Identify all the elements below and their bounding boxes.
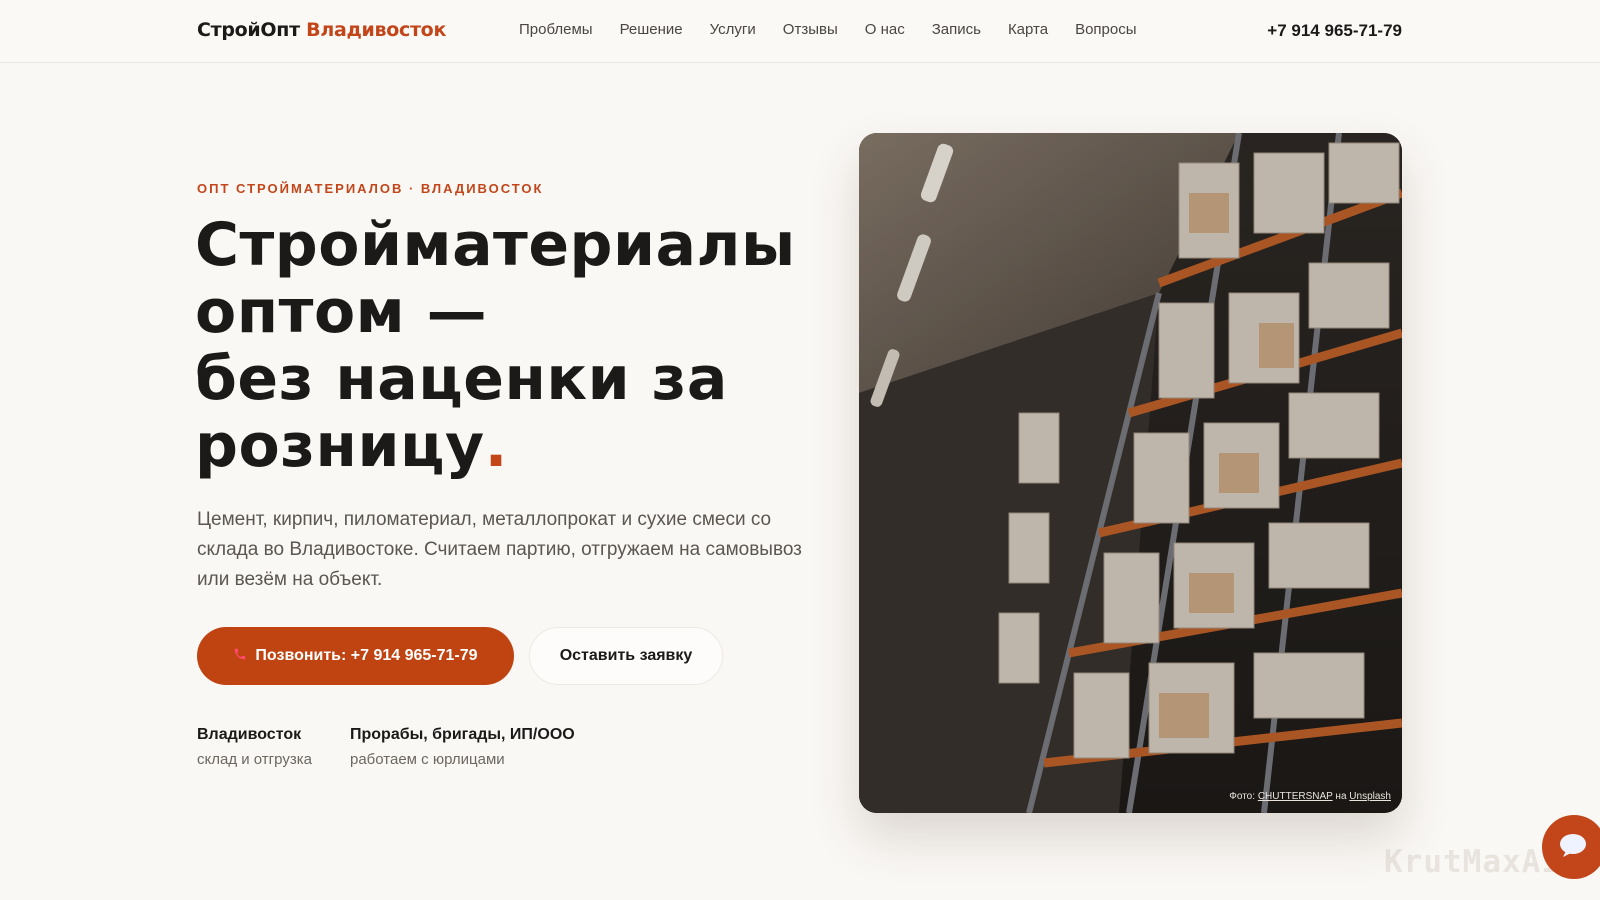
site-header: СтройОпт Владивосток Проблемы Решение Ус… xyxy=(0,0,1600,63)
headline-line-3: без наценки за xyxy=(195,344,728,414)
nav-link-reviews[interactable]: Отзывы xyxy=(783,21,838,38)
hero-lead-text: Цемент, кирпич, пиломатериал, металлопро… xyxy=(197,509,802,590)
credit-prefix: Фото: xyxy=(1229,791,1256,802)
logo[interactable]: СтройОпт Владивосток xyxy=(197,19,446,41)
fact-location: Владивосток склад и отгрузка xyxy=(197,726,312,768)
credit-mid: на xyxy=(1335,791,1347,802)
hero-warehouse-photo: Фото: CHUTTERSNAP на Unsplash xyxy=(859,133,1402,813)
nav-link-faq[interactable]: Вопросы xyxy=(1075,21,1136,38)
phone-icon xyxy=(233,647,247,665)
main-nav: Проблемы Решение Услуги Отзывы О нас Зап… xyxy=(519,21,1164,38)
watermark: KrutMaxAI xyxy=(1384,844,1561,880)
warehouse-illustration xyxy=(859,133,1402,813)
headline-line-1: Стройматериалы xyxy=(195,210,796,280)
nav-link-services[interactable]: Услуги xyxy=(710,21,756,38)
request-button[interactable]: Оставить заявку xyxy=(529,627,723,685)
fact-subtitle: работаем с юрлицами xyxy=(350,751,505,768)
logo-accent: Владивосток xyxy=(306,19,447,41)
fact-clients: Прорабы, бригады, ИП/ООО работаем с юрли… xyxy=(350,726,575,768)
headline-line-2: оптом — xyxy=(195,277,488,347)
fact-title: Владивосток xyxy=(197,726,302,743)
nav-link-problems[interactable]: Проблемы xyxy=(519,21,593,38)
logo-main: СтройОпт xyxy=(197,19,300,41)
nav-link-solution[interactable]: Решение xyxy=(620,21,683,38)
credit-source-link[interactable]: Unsplash xyxy=(1349,791,1391,802)
fact-subtitle: склад и отгрузка xyxy=(197,751,312,768)
chat-widget-button[interactable] xyxy=(1542,815,1600,879)
credit-author-link[interactable]: CHUTTERSNAP xyxy=(1258,791,1333,802)
chat-bubble-icon xyxy=(1558,832,1588,863)
nav-link-booking[interactable]: Запись xyxy=(932,21,981,38)
nav-link-about[interactable]: О нас xyxy=(865,21,905,38)
fact-title: Прорабы, бригады, ИП/ООО xyxy=(350,726,575,743)
photo-credit: Фото: CHUTTERSNAP на Unsplash xyxy=(1229,791,1391,802)
call-button[interactable]: Позвонить: +7 914 965-71-79 xyxy=(197,627,514,685)
header-phone-link[interactable]: +7 914 965-71-79 xyxy=(1267,21,1402,41)
hero-headline: Стройматериалы оптом — без наценки за ро… xyxy=(195,212,835,480)
headline-line-4: розницу xyxy=(195,411,485,481)
call-button-label: Позвонить: +7 914 965-71-79 xyxy=(255,647,478,664)
hero-kicker: ОПТ СТРОЙМАТЕРИАЛОВ · ВЛАДИВОСТОК xyxy=(197,181,544,196)
nav-link-map[interactable]: Карта xyxy=(1008,21,1048,38)
headline-accent-dot: . xyxy=(484,411,508,481)
